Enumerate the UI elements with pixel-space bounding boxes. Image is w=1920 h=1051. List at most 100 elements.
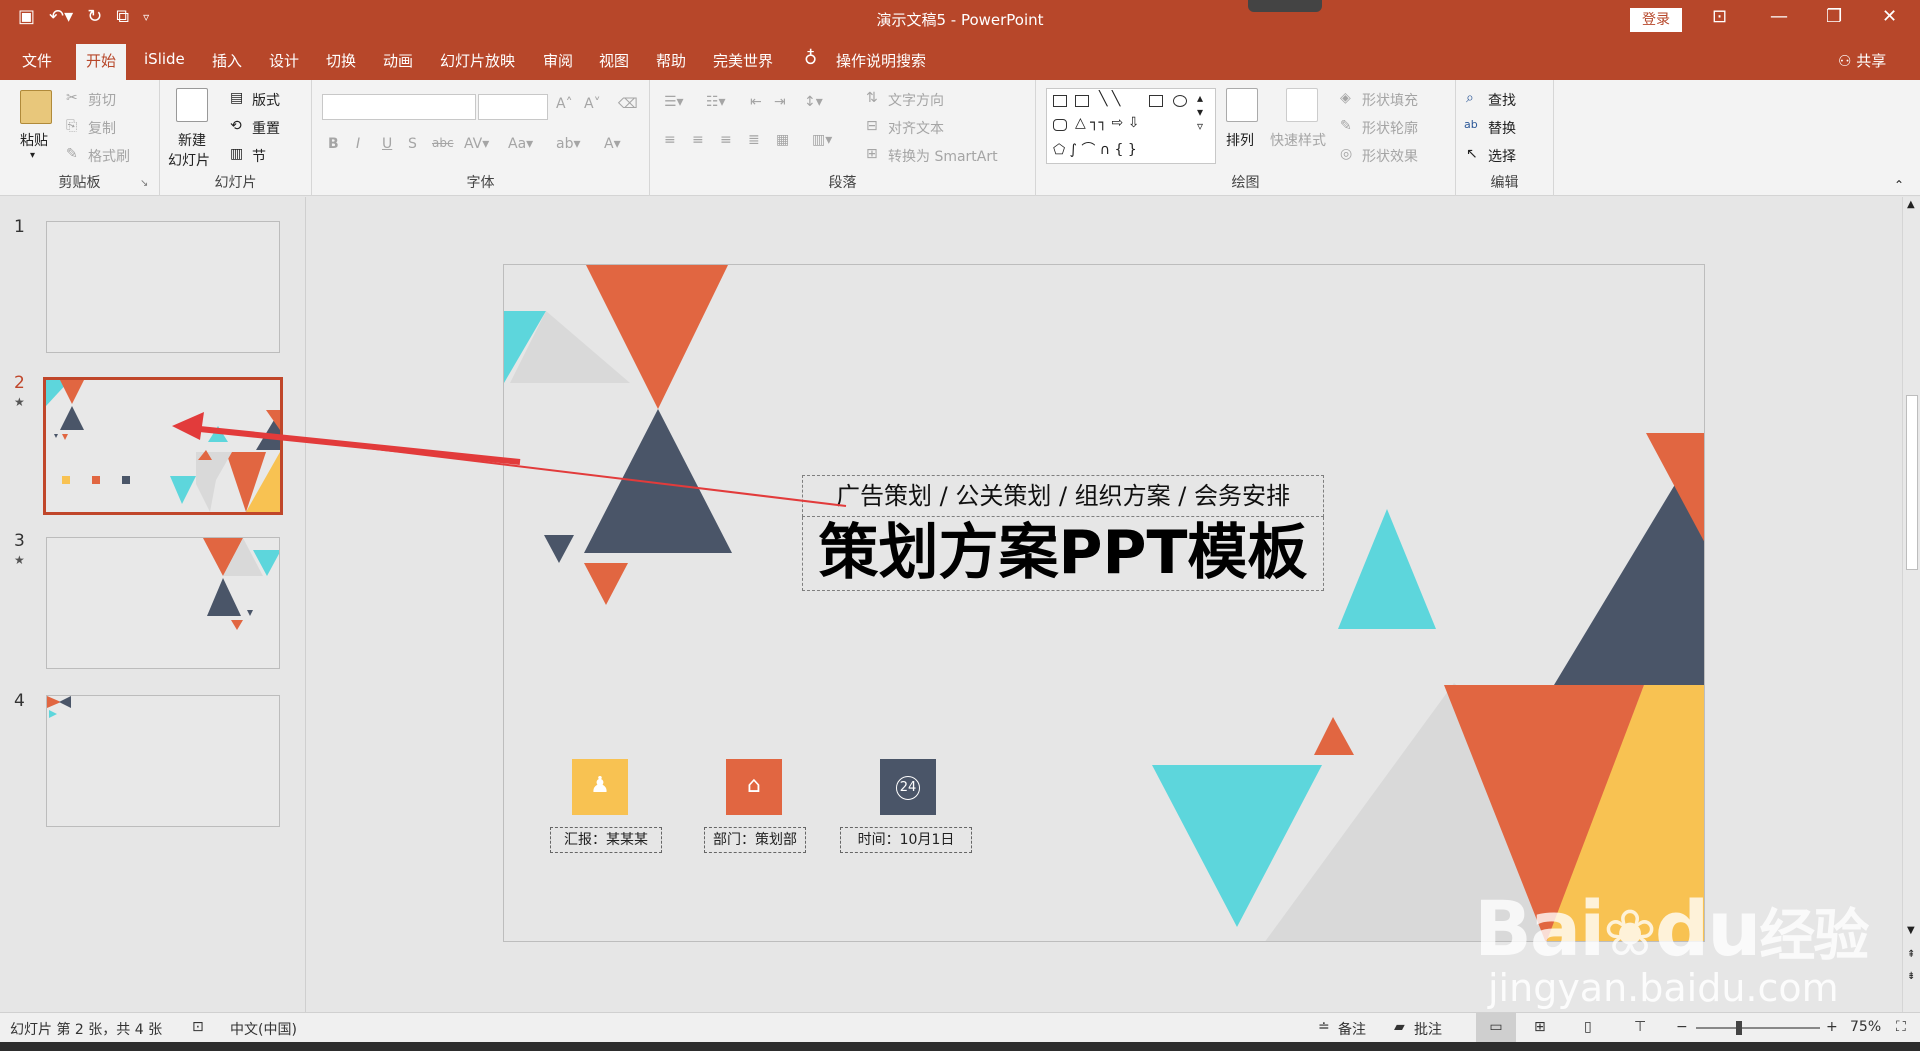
paste-button[interactable]: 粘贴	[20, 130, 48, 150]
slide-thumbnail-3[interactable]	[46, 537, 280, 669]
copy-button[interactable]: 复制	[88, 118, 116, 138]
align-center-icon[interactable]: ≡	[692, 132, 704, 148]
align-left-icon[interactable]: ≡	[664, 132, 676, 148]
gallery-scroll-icon[interactable]: ▴ ▾ ▿	[1197, 91, 1203, 133]
scrollbar-thumb[interactable]	[1906, 395, 1918, 570]
italic-icon[interactable]: I	[356, 136, 360, 152]
reading-view-icon[interactable]: ▯	[1584, 1019, 1592, 1035]
font-name-combo[interactable]	[322, 94, 476, 120]
cut-icon[interactable]: ✂	[66, 90, 78, 106]
align-text-button[interactable]: 对齐文本	[888, 118, 944, 138]
font-size-combo[interactable]	[478, 94, 548, 120]
slide-sorter-icon[interactable]: ⊞	[1534, 1019, 1546, 1035]
arrange-button[interactable]: 排列	[1226, 130, 1254, 150]
copy-icon[interactable]: ⎘	[66, 118, 77, 134]
shape-outline-icon[interactable]: ✎	[1340, 118, 1352, 134]
tab-help[interactable]: 帮助	[656, 50, 686, 71]
tab-home[interactable]: 开始	[76, 44, 127, 80]
normal-view-icon[interactable]: ▭	[1476, 1013, 1516, 1043]
change-case-icon[interactable]: Aa▾	[508, 136, 533, 152]
tab-insert[interactable]: 插入	[212, 50, 242, 71]
ribbon-display-options-icon[interactable]: ⊡	[1712, 6, 1727, 27]
slideshow-view-icon[interactable]: ⊤	[1634, 1019, 1646, 1035]
slide-canvas[interactable]: 广告策划 / 公关策划 / 组织方案 / 会务安排 策划方案PPT模板 ♟ 汇报…	[503, 264, 1705, 942]
fit-to-window-icon[interactable]: ⛶	[1896, 1019, 1906, 1035]
slide-subtitle[interactable]: 广告策划 / 公关策划 / 组织方案 / 会务安排	[802, 475, 1324, 517]
department-label[interactable]: 部门：策划部	[704, 827, 806, 853]
zoom-level[interactable]: 75%	[1850, 1019, 1881, 1035]
reporter-label[interactable]: 汇报：某某某	[550, 827, 662, 853]
close-icon[interactable]: ✕	[1882, 6, 1897, 27]
tell-me-search[interactable]: 操作说明搜索	[836, 50, 926, 71]
triangle-shape-icon[interactable]: △ ┐┐ ⇨ ⇩	[1075, 115, 1139, 131]
clear-format-icon[interactable]: ⌫	[618, 96, 638, 112]
reset-icon[interactable]: ⟲	[230, 118, 242, 134]
dialog-launcher-icon[interactable]: ↘	[140, 178, 148, 189]
tab-review[interactable]: 审阅	[543, 50, 573, 71]
line-shape-icon[interactable]: ╲ ╲	[1099, 91, 1120, 107]
paste-dropdown-icon[interactable]: ▾	[30, 150, 35, 161]
cyan-mid-triangle-shape[interactable]	[1338, 509, 1436, 629]
navy-triangle-shape[interactable]	[584, 409, 732, 553]
slide-title[interactable]: 策划方案PPT模板	[802, 517, 1324, 591]
collapse-ribbon-icon[interactable]: ⌃	[1894, 178, 1904, 192]
line-spacing-icon[interactable]: ↕▾	[804, 94, 823, 110]
freeform-shape-icon[interactable]: ⬠ ∫ ⌒ ∩ { }	[1053, 139, 1137, 159]
slide-thumbnail-1[interactable]	[46, 221, 280, 353]
layout-button[interactable]: 版式	[252, 90, 280, 110]
reset-button[interactable]: 重置	[252, 118, 280, 138]
restore-icon[interactable]: ❐	[1826, 6, 1842, 27]
numbering-icon[interactable]: ☷▾	[706, 94, 726, 110]
zoom-in-icon[interactable]: +	[1826, 1019, 1838, 1035]
zoom-out-icon[interactable]: −	[1676, 1019, 1688, 1035]
rectangle-shape-icon[interactable]	[1149, 95, 1163, 107]
strikethrough-icon[interactable]: abc	[432, 136, 454, 150]
increase-indent-icon[interactable]: ⇥	[774, 94, 786, 110]
tab-slideshow[interactable]: 幻灯片放映	[440, 50, 515, 71]
comments-button[interactable]: 批注	[1414, 1019, 1442, 1039]
highlight-icon[interactable]: ab▾	[556, 136, 581, 152]
font-color-icon[interactable]: A▾	[604, 136, 621, 152]
rounded-rect-shape-icon[interactable]	[1053, 119, 1067, 131]
small-navy-triangle-shape[interactable]	[544, 535, 574, 563]
text-direction-button[interactable]: 文字方向	[888, 90, 944, 110]
zoom-slider[interactable]	[1696, 1027, 1820, 1029]
orange-triangle-shape[interactable]	[586, 265, 728, 409]
spellcheck-icon[interactable]: ⊡	[192, 1019, 204, 1035]
shape-fill-button[interactable]: 形状填充	[1362, 90, 1418, 110]
bullets-icon[interactable]: ☰▾	[664, 94, 684, 110]
justify-icon[interactable]: ≣	[748, 132, 760, 148]
cut-button[interactable]: 剪切	[88, 90, 116, 110]
select-icon[interactable]: ↖	[1466, 146, 1478, 162]
paste-icon[interactable]	[20, 90, 52, 124]
shadow-icon[interactable]: S	[408, 136, 417, 152]
quick-styles-icon[interactable]	[1286, 88, 1318, 122]
tab-animations[interactable]: 动画	[383, 50, 413, 71]
reporter-icon-box[interactable]: ♟	[572, 759, 628, 815]
shape-outline-button[interactable]: 形状轮廓	[1362, 118, 1418, 138]
tab-islide[interactable]: iSlide	[144, 50, 185, 68]
replace-button[interactable]: 替换	[1488, 118, 1516, 138]
tab-file[interactable]: 文件	[22, 50, 52, 71]
tab-design[interactable]: 设计	[269, 50, 299, 71]
time-label[interactable]: 时间：10月1日	[840, 827, 972, 853]
grow-font-icon[interactable]: A˄	[556, 96, 573, 112]
shapes-gallery[interactable]: ╲ ╲ △ ┐┐ ⇨ ⇩ ⬠ ∫ ⌒ ∩ { } ▴ ▾ ▿	[1046, 88, 1216, 164]
shape-effects-icon[interactable]: ◎	[1340, 146, 1352, 162]
tab-view[interactable]: 视图	[599, 50, 629, 71]
share-button[interactable]: ⚇ 共享	[1838, 50, 1886, 71]
login-button[interactable]: 登录	[1630, 8, 1682, 32]
tiny-orange-triangle-shape[interactable]	[1314, 717, 1354, 755]
select-button[interactable]: 选择	[1488, 146, 1516, 166]
next-slide-icon[interactable]: ⇟	[1907, 971, 1915, 982]
replace-icon[interactable]: ab	[1464, 118, 1478, 131]
zoom-slider-handle[interactable]	[1736, 1021, 1742, 1035]
char-spacing-icon[interactable]: AV▾	[464, 136, 489, 152]
bold-icon[interactable]: B	[328, 136, 339, 152]
minimize-icon[interactable]: —	[1770, 6, 1788, 27]
vertical-scrollbar[interactable]: ▲ ▼ ⇞ ⇟	[1902, 197, 1920, 1012]
find-icon[interactable]: ⌕	[1466, 90, 1474, 106]
distributed-icon[interactable]: ▦	[776, 132, 789, 148]
section-icon[interactable]: ▥	[230, 146, 243, 162]
format-painter-icon[interactable]: ✎	[66, 146, 78, 162]
